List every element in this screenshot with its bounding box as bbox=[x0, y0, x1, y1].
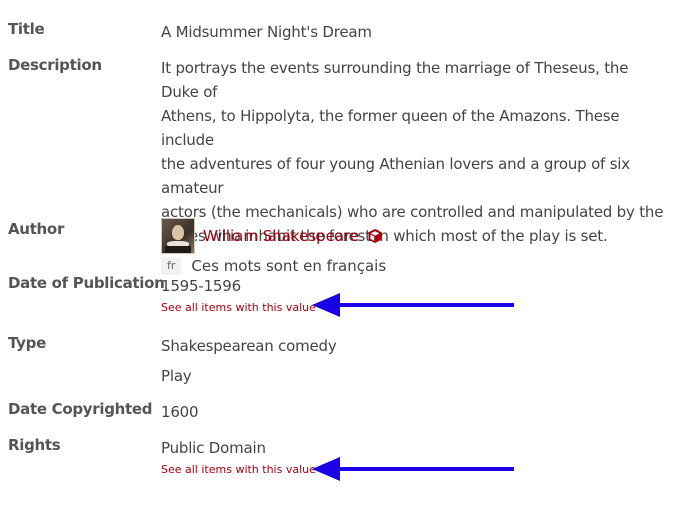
description-line: Athens, to Hippolyta, the former queen o… bbox=[161, 107, 620, 149]
author-resource: William Shakespeare bbox=[161, 218, 666, 254]
thumbnail-face bbox=[172, 225, 184, 240]
field-value-type-container: Shakespearean comedy Play bbox=[161, 334, 666, 388]
author-thumbnail[interactable] bbox=[161, 218, 195, 254]
metadata-panel: Title A Midsummer Night's Dream Descript… bbox=[0, 0, 677, 509]
field-value-author-container: William Shakespeare bbox=[161, 218, 666, 254]
field-value-type: Play bbox=[161, 367, 192, 385]
field-label-date-of-publication: Date of Publication bbox=[8, 274, 165, 292]
field-date-copyrighted: Date Copyrighted 1600 bbox=[8, 400, 668, 424]
author-link[interactable]: William Shakespeare bbox=[203, 224, 359, 248]
field-description: Description It portrays the events surro… bbox=[8, 56, 668, 275]
resource-cube-icon[interactable] bbox=[367, 228, 383, 244]
annotation-arrow-icon bbox=[312, 293, 514, 317]
annotation-arrow-icon bbox=[312, 457, 514, 481]
field-type: Type Shakespearean comedy Play bbox=[8, 334, 668, 390]
language-badge: fr bbox=[161, 257, 182, 275]
field-value-date-copyrighted-container: 1600 bbox=[161, 400, 666, 424]
description-line: It portrays the events surrounding the m… bbox=[161, 59, 629, 101]
field-label-date-copyrighted: Date Copyrighted bbox=[8, 400, 153, 418]
field-label-title: Title bbox=[8, 20, 45, 38]
thumbnail-body bbox=[165, 246, 191, 253]
field-label-rights: Rights bbox=[8, 436, 61, 454]
field-title: Title A Midsummer Night's Dream bbox=[8, 20, 668, 44]
field-author: Author William Shakespeare bbox=[8, 218, 668, 256]
field-value-title-container: A Midsummer Night's Dream bbox=[161, 20, 666, 44]
field-label-type: Type bbox=[8, 334, 46, 352]
field-value-type: Shakespearean comedy bbox=[161, 337, 337, 355]
field-label-author: Author bbox=[8, 220, 65, 238]
description-line: the adventures of four young Athenian lo… bbox=[161, 155, 630, 197]
field-value-date-copyrighted: 1600 bbox=[161, 403, 199, 421]
field-value-title: A Midsummer Night's Dream bbox=[161, 23, 372, 41]
field-label-description: Description bbox=[8, 56, 102, 74]
